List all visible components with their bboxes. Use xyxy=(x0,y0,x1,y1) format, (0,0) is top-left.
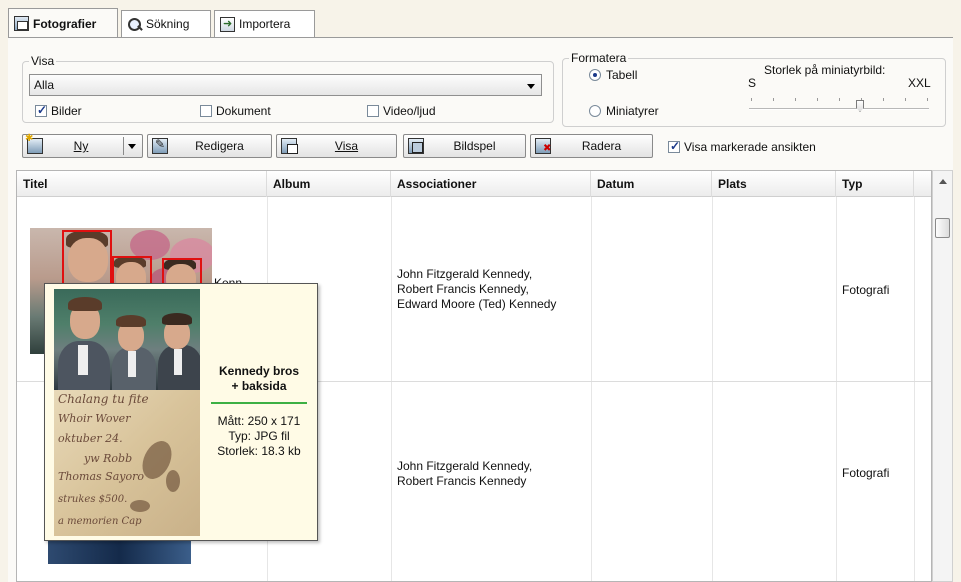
search-icon xyxy=(127,17,142,32)
tooltip-title: Kennedy bros + baksida xyxy=(218,364,299,393)
column-header-associationer[interactable]: Associationer xyxy=(391,171,591,197)
tooltip-back-image: Chalang tu fite Whoir Wover oktuber 24. … xyxy=(54,390,200,536)
chevron-down-icon[interactable] xyxy=(128,143,136,149)
checkbox-dokument[interactable]: Dokument xyxy=(200,104,271,118)
thumb-size-label: Storlek på miniatyrbild: xyxy=(764,63,886,77)
face-marker[interactable] xyxy=(62,230,112,286)
slideshow-button[interactable]: Bildspel xyxy=(403,134,526,158)
checkbox-label: Video/ljud xyxy=(383,104,436,118)
tab-sokning[interactable]: Sökning xyxy=(121,10,211,37)
tab-label: Fotografier xyxy=(33,16,97,31)
edit-label: Redigera xyxy=(195,139,244,153)
new-button[interactable]: Ny xyxy=(22,133,143,158)
checkbox-box[interactable] xyxy=(668,139,680,153)
delete-label: Radera xyxy=(581,139,622,153)
radio-tabell[interactable]: Tabell xyxy=(589,68,637,82)
checkbox-box[interactable] xyxy=(35,103,47,117)
visa-group: Visa Alla Bilder Dokument Video/ljud xyxy=(22,54,554,123)
slider-max-label: XXL xyxy=(908,76,931,90)
scroll-up-icon[interactable] xyxy=(939,179,947,184)
chevron-down-icon xyxy=(527,84,535,89)
formatera-legend: Formatera xyxy=(569,51,629,65)
delete-button[interactable]: Radera xyxy=(530,134,653,158)
import-icon xyxy=(220,16,235,32)
associations-cell: John Fitzgerald Kennedy, Robert Francis … xyxy=(397,459,533,488)
new-photo-icon xyxy=(25,133,43,154)
tooltip-front-image xyxy=(54,289,200,390)
tooltip-type: Typ: JPG fil xyxy=(228,429,290,443)
radio-button[interactable] xyxy=(589,105,601,117)
radio-label: Tabell xyxy=(606,68,638,82)
column-header-plats[interactable]: Plats xyxy=(712,171,836,197)
thumb-size-slider[interactable] xyxy=(749,108,929,110)
radio-button[interactable] xyxy=(589,69,601,81)
tab-importera[interactable]: Importera xyxy=(214,10,315,37)
checkbox-box[interactable] xyxy=(367,105,379,117)
type-cell: Fotografi xyxy=(842,283,890,297)
tooltip-size: Mått: 250 x 171 xyxy=(217,414,301,428)
column-header-titel[interactable]: Titel xyxy=(17,171,267,197)
view-icon xyxy=(281,138,298,154)
slider-thumb[interactable] xyxy=(856,100,864,112)
visa-select[interactable]: Alla xyxy=(29,74,542,96)
checkbox-show-faces[interactable]: Visa markerade ansikten xyxy=(668,139,816,154)
column-header-datum[interactable]: Datum xyxy=(591,171,712,197)
tab-bar: Fotografier Sökning Importera xyxy=(0,0,961,38)
radio-label: Miniatyrer xyxy=(606,104,659,118)
checkbox-label: Bilder xyxy=(51,104,82,118)
delete-icon xyxy=(535,138,551,154)
visa-legend: Visa xyxy=(29,54,57,68)
radio-miniatyrer[interactable]: Miniatyrer xyxy=(589,104,659,118)
photo-thumbnail[interactable] xyxy=(48,538,191,564)
edit-icon xyxy=(152,137,168,154)
photo-icon xyxy=(14,16,29,31)
view-label: Visa xyxy=(334,139,359,153)
checkbox-bilder[interactable]: Bilder xyxy=(35,103,82,118)
tooltip-info: Mått: 250 x 171 Typ: JPG fil Storlek: 18… xyxy=(203,414,315,459)
tooltip-filesize: Storlek: 18.3 kb xyxy=(217,444,301,458)
new-label: Ny xyxy=(73,139,89,153)
view-button[interactable]: Visa xyxy=(276,134,397,158)
formatera-group: Formatera Tabell Miniatyrer Storlek på m… xyxy=(562,51,946,127)
visa-select-value: Alla xyxy=(34,78,55,92)
scrollbar-thumb[interactable] xyxy=(935,218,950,238)
type-cell: Fotografi xyxy=(842,466,890,480)
table-header: Titel Album Associationer Datum Plats Ty… xyxy=(17,171,931,197)
checkbox-label: Visa markerade ansikten xyxy=(684,140,816,154)
edit-button[interactable]: Redigera xyxy=(147,134,272,158)
vertical-scrollbar[interactable] xyxy=(932,170,953,582)
column-header-album[interactable]: Album xyxy=(267,171,391,197)
slideshow-icon xyxy=(408,138,424,154)
checkbox-label: Dokument xyxy=(216,104,271,118)
checkbox-video[interactable]: Video/ljud xyxy=(367,104,436,118)
tab-fotografier[interactable]: Fotografier xyxy=(8,8,118,38)
slider-min-label: S xyxy=(748,76,757,90)
tooltip-divider xyxy=(211,402,307,404)
associations-cell: John Fitzgerald Kennedy, Robert Francis … xyxy=(397,267,557,311)
slideshow-label: Bildspel xyxy=(453,139,496,153)
column-header-typ[interactable]: Typ xyxy=(836,171,914,197)
photo-tooltip: Chalang tu fite Whoir Wover oktuber 24. … xyxy=(44,283,318,541)
tab-label: Sökning xyxy=(146,17,190,31)
checkbox-box[interactable] xyxy=(200,105,212,117)
tab-label: Importera xyxy=(239,17,291,31)
